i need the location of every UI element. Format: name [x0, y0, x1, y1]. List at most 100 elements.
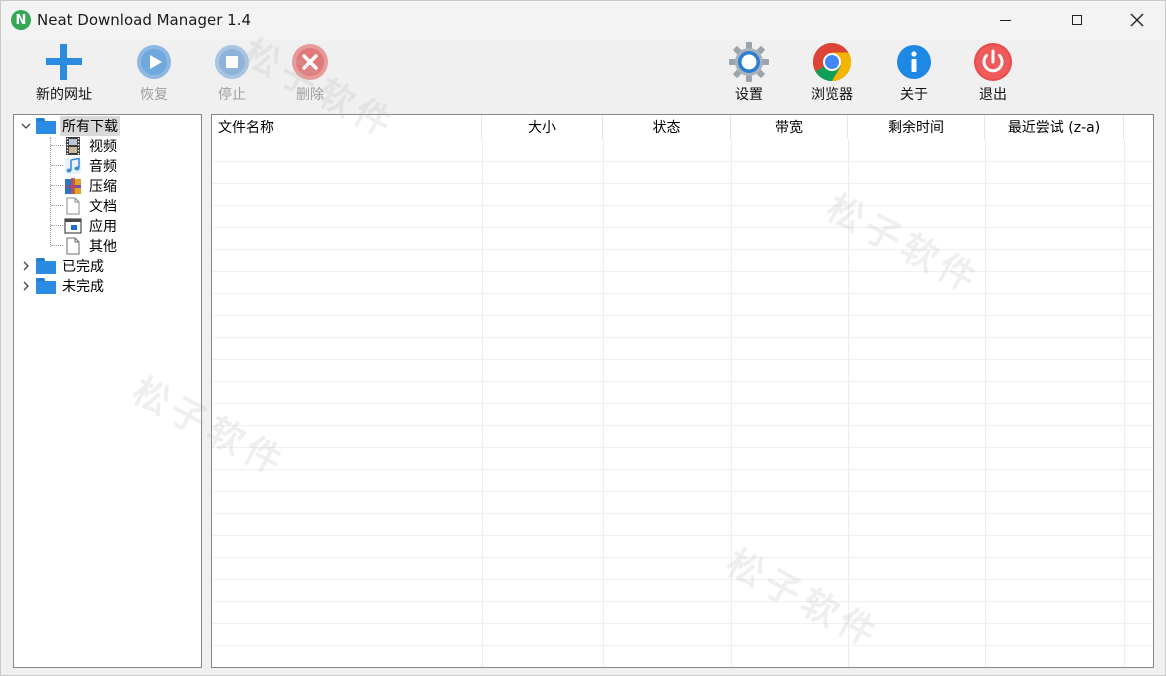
grid-row-line [212, 271, 1153, 272]
tree-item-applications[interactable]: 应用 [63, 216, 119, 236]
chevron-down-icon[interactable] [20, 120, 32, 132]
toolbar: 新的网址 恢复 停止 删除 设置 浏览器 关于 退出 [1, 39, 1165, 109]
grid-row-line [212, 337, 1153, 338]
browser-label: 浏览器 [811, 87, 853, 103]
chrome-icon [810, 41, 854, 83]
list-header: 文件名称 大小 状态 带宽 剩余时间 最近尝试 (z-a) [212, 115, 1153, 139]
tree-item-documents[interactable]: 文档 [63, 196, 119, 216]
exit-button[interactable]: 退出 [957, 41, 1029, 105]
category-tree[interactable]: 所有下载 视频 音频 压缩 文档 应用 其他 已完成 未完成 [13, 114, 202, 668]
folder-icon [36, 277, 56, 295]
settings-label: 设置 [735, 87, 763, 103]
delete-icon [288, 41, 332, 83]
tree-branch-line [51, 185, 63, 186]
archive-icon [63, 177, 83, 195]
close-button[interactable] [1109, 1, 1165, 39]
about-label: 关于 [900, 87, 928, 103]
column-header-size[interactable]: 大小 [482, 115, 603, 139]
column-header-status[interactable]: 状态 [603, 115, 731, 139]
resume-label: 恢复 [140, 87, 168, 103]
play-icon [132, 41, 176, 83]
delete-button[interactable]: 删除 [274, 41, 346, 105]
chevron-right-icon[interactable] [20, 280, 32, 292]
grid-row-line [212, 645, 1153, 646]
browser-button[interactable]: 浏览器 [796, 41, 868, 105]
about-button[interactable]: 关于 [878, 41, 950, 105]
grid-row-line [212, 601, 1153, 602]
grid-row-line [212, 513, 1153, 514]
minimize-icon [999, 19, 1011, 21]
application-icon [63, 217, 83, 235]
app-window: N Neat Download Manager 1.4 新的网址 恢复 停止 删… [0, 0, 1166, 676]
document-icon [63, 197, 83, 215]
film-icon [63, 137, 83, 155]
grid-row-line [212, 425, 1153, 426]
column-header-bandwidth[interactable]: 带宽 [731, 115, 848, 139]
grid-column-line [731, 139, 732, 667]
title-bar[interactable]: N Neat Download Manager 1.4 [1, 1, 1165, 39]
plus-icon [42, 41, 86, 83]
column-header-label: 最近尝试 (z-a) [1007, 120, 1101, 136]
grid-row-line [212, 205, 1153, 206]
music-note-icon [63, 157, 83, 175]
stop-button[interactable]: 停止 [196, 41, 268, 105]
column-header-label: 文件名称 [218, 120, 274, 136]
folder-icon [36, 117, 56, 135]
gear-icon [727, 41, 771, 83]
maximize-icon [1072, 15, 1082, 25]
tree-item-completed[interactable]: 已完成 [20, 256, 106, 276]
tree-item-label: 未完成 [62, 279, 104, 295]
grid-column-line [1124, 139, 1125, 667]
grid-row-line [212, 535, 1153, 536]
tree-guide-line [50, 137, 51, 247]
grid-row-line [212, 447, 1153, 448]
tree-item-video[interactable]: 视频 [63, 136, 119, 156]
settings-button[interactable]: 设置 [713, 41, 785, 105]
download-list[interactable]: 文件名称 大小 状态 带宽 剩余时间 最近尝试 (z-a) [211, 114, 1154, 668]
minimize-button[interactable] [977, 1, 1033, 39]
column-header-label: 大小 [528, 120, 556, 136]
new-url-button[interactable]: 新的网址 [28, 41, 100, 105]
tree-item-label: 所有下载 [60, 116, 120, 136]
tree-item-incomplete[interactable]: 未完成 [20, 276, 106, 296]
grid-row-line [212, 183, 1153, 184]
column-header-label: 剩余时间 [888, 120, 944, 136]
grid-row-line [212, 381, 1153, 382]
power-icon [971, 41, 1015, 83]
tree-item-label: 已完成 [62, 259, 104, 275]
new-url-label: 新的网址 [36, 87, 92, 103]
grid-row-line [212, 667, 1154, 668]
app-logo-icon: N [11, 10, 31, 30]
grid-column-line [985, 139, 986, 667]
tree-item-label: 其他 [89, 239, 117, 255]
column-header-file-name[interactable]: 文件名称 [212, 115, 482, 139]
tree-branch-line [51, 165, 63, 166]
window-title: Neat Download Manager 1.4 [37, 11, 251, 29]
blank-file-icon [63, 237, 83, 255]
grid-row-line [212, 579, 1153, 580]
grid-column-line [848, 139, 849, 667]
exit-label: 退出 [979, 87, 1007, 103]
grid-column-line [482, 139, 483, 667]
tree-item-compressed[interactable]: 压缩 [63, 176, 119, 196]
grid-row-line [212, 249, 1153, 250]
tree-branch-line [51, 205, 63, 206]
tree-item-all-downloads[interactable]: 所有下载 [20, 116, 120, 136]
chevron-right-icon[interactable] [20, 260, 32, 272]
tree-item-label: 音频 [89, 159, 117, 175]
tree-branch-line [51, 145, 63, 146]
column-header-last-try[interactable]: 最近尝试 (z-a) [985, 115, 1124, 139]
grid-row-line [212, 403, 1153, 404]
grid-column-line [603, 139, 604, 667]
delete-label: 删除 [296, 87, 324, 103]
tree-item-audio[interactable]: 音频 [63, 156, 119, 176]
tree-item-other[interactable]: 其他 [63, 236, 119, 256]
resume-button[interactable]: 恢复 [118, 41, 190, 105]
stop-icon [210, 41, 254, 83]
column-header-label: 带宽 [775, 120, 803, 136]
tree-branch-line [51, 225, 63, 226]
column-header-time-left[interactable]: 剩余时间 [848, 115, 985, 139]
tree-branch-line [51, 245, 63, 246]
tree-item-label: 压缩 [89, 179, 117, 195]
maximize-button[interactable] [1049, 1, 1105, 39]
